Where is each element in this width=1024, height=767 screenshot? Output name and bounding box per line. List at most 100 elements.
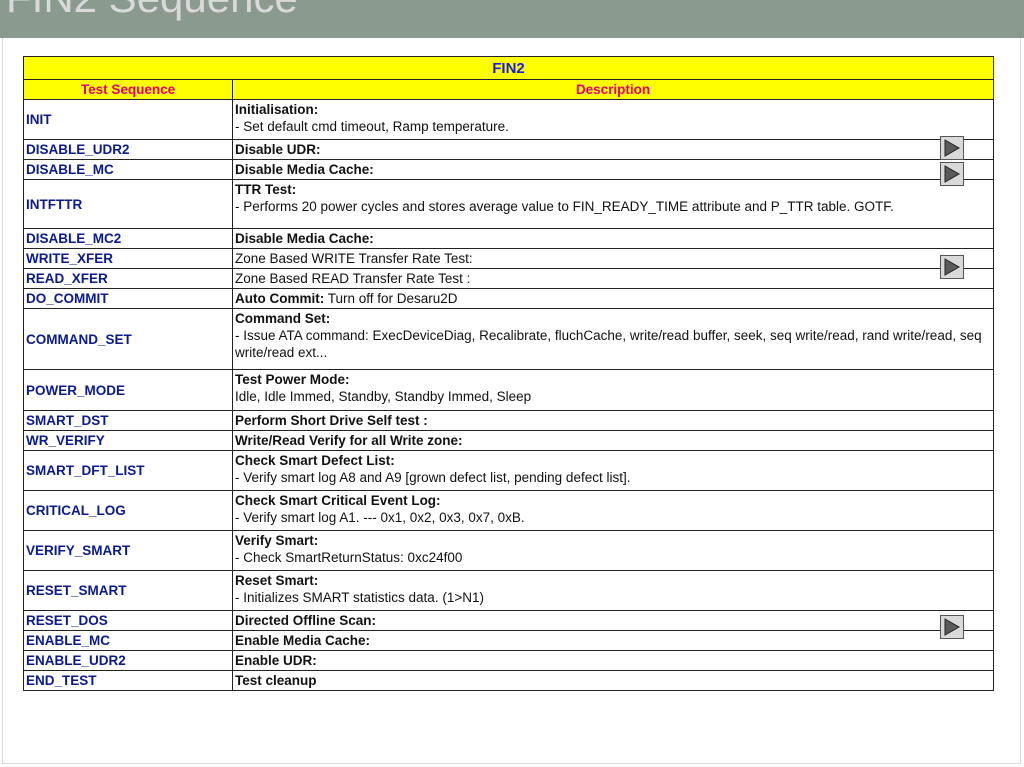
- table-row: CRITICAL_LOG Check Smart Critical Event L…: [23, 490, 995, 531]
- play-icon: [944, 258, 961, 276]
- description-heading: Write/Read Verify for all Write zone:: [235, 433, 463, 448]
- table-row: WR_VERIFY Write/Read Verify for all Write…: [23, 430, 995, 451]
- sequence-name: COMMAND_SET: [23, 308, 233, 370]
- table-row: SMART_DST Perform Short Drive Self test :: [23, 410, 995, 431]
- description-body: - Set default cmd timeout, Ramp temperat…: [235, 119, 509, 134]
- table-row: DISABLE_MC2 Disable Media Cache:: [23, 228, 995, 249]
- description-heading: Disable Media Cache:: [235, 231, 374, 246]
- table-row: INTFTTR TTR Test: - Performs 20 power cycl…: [23, 179, 995, 229]
- description-heading: Check Smart Critical Event Log:: [235, 493, 441, 508]
- sequence-name: DISABLE_UDR2: [23, 139, 233, 160]
- sequence-name: END_TEST: [23, 670, 233, 691]
- description-heading-bold: Auto Commit:: [235, 291, 325, 306]
- description-cell: Check Smart Critical Event Log: - Verify …: [231, 490, 995, 531]
- description-cell: Reset Smart: - Initializes SMART statisti…: [231, 570, 995, 611]
- description-heading: Enable UDR:: [235, 653, 317, 668]
- table-row: INIT Initialisation: - Set default cmd tim…: [23, 99, 995, 140]
- sequence-name: SMART_DFT_LIST: [23, 450, 233, 491]
- play-button[interactable]: [940, 136, 964, 160]
- description-cell: Zone Based READ Transfer Rate Test :: [231, 268, 995, 289]
- table-row: READ_XFER Zone Based READ Transfer Rate T…: [23, 268, 995, 289]
- sequence-name: RESET_DOS: [23, 610, 233, 631]
- sequence-name: ENABLE_MC: [23, 630, 233, 651]
- table-row: END_TEST Test cleanup: [23, 670, 995, 691]
- table-row: DISABLE_MC Disable Media Cache:: [23, 159, 995, 180]
- sequence-name: DISABLE_MC: [23, 159, 233, 180]
- table-row: VERIFY_SMART Verify Smart: - Check SmartRe…: [23, 530, 995, 571]
- sequence-name: VERIFY_SMART: [23, 530, 233, 571]
- table-row: SMART_DFT_LIST Check Smart Defect List: - …: [23, 450, 995, 491]
- description-cell: Test Power Mode: Idle, Idle Immed, Standb…: [231, 369, 995, 411]
- sequence-name: POWER_MODE: [23, 369, 233, 411]
- description-heading: Reset Smart:: [235, 573, 319, 588]
- play-icon: [944, 139, 961, 157]
- description-cell: Perform Short Drive Self test :: [231, 410, 995, 431]
- description-cell: Disable UDR:: [231, 139, 995, 160]
- table-row: COMMAND_SET Command Set: - Issue ATA comma…: [23, 308, 995, 370]
- table-row: ENABLE_UDR2 Enable UDR:: [23, 650, 995, 671]
- description-cell: Enable UDR:: [231, 650, 995, 671]
- description-heading: Disable Media Cache:: [235, 162, 374, 177]
- description-cell: Initialisation: - Set default cmd timeout…: [231, 99, 995, 140]
- col-header-description: Description: [231, 79, 995, 100]
- description-heading: Directed Offline Scan:: [235, 613, 377, 628]
- table-row: ENABLE_MC Enable Media Cache:: [23, 630, 995, 651]
- sequence-name: WR_VERIFY: [23, 430, 233, 451]
- sequence-table-wrap: FIN2 Test Sequence Description INIT Initi…: [22, 56, 995, 691]
- description-heading: Initialisation:: [235, 102, 319, 117]
- description-cell: Test cleanup: [231, 670, 995, 691]
- description-cell: Directed Offline Scan:: [231, 610, 995, 631]
- col-header-sequence: Test Sequence: [23, 79, 233, 100]
- sequence-name: RESET_SMART: [23, 570, 233, 611]
- description-body: - Check SmartReturnStatus: 0xc24f00: [235, 550, 463, 565]
- play-icon: [944, 165, 961, 183]
- table-title: FIN2: [22, 56, 995, 80]
- description-body: - Issue ATA command: ExecDeviceDiag, Rec…: [235, 328, 982, 360]
- sequence-name: SMART_DST: [23, 410, 233, 431]
- slide-title: FIN2 Sequence: [6, 0, 298, 22]
- description-body: - Verify smart log A1. --- 0x1, 0x2, 0x3…: [235, 510, 525, 525]
- description-heading: Perform Short Drive Self test :: [235, 413, 428, 428]
- description-heading: Auto Commit: Turn off for Desaru2D: [235, 290, 991, 307]
- description-body: - Performs 20 power cycles and stores av…: [235, 199, 894, 214]
- description-cell: Check Smart Defect List: - Verify smart l…: [231, 450, 995, 491]
- sequence-table: FIN2 Test Sequence Description INIT Initi…: [22, 56, 995, 691]
- description-cell: Verify Smart: - Check SmartReturnStatus: …: [231, 530, 995, 571]
- table-row: DISABLE_UDR2 Disable UDR:: [23, 139, 995, 160]
- description-heading-rest: Turn off for Desaru2D: [324, 291, 458, 306]
- description-heading: Zone Based WRITE Transfer Rate Test:: [235, 251, 473, 266]
- description-cell: Command Set: - Issue ATA command: ExecDev…: [231, 308, 995, 370]
- description-body: Idle, Idle Immed, Standby, Standby Immed…: [235, 389, 532, 404]
- description-heading: Enable Media Cache:: [235, 633, 371, 648]
- sequence-name: ENABLE_UDR2: [23, 650, 233, 671]
- play-button[interactable]: [940, 615, 964, 639]
- description-cell: Enable Media Cache:: [231, 630, 995, 651]
- description-heading: TTR Test:: [235, 182, 297, 197]
- description-cell: TTR Test: - Performs 20 power cycles and …: [231, 179, 995, 229]
- sequence-name: WRITE_XFER: [23, 248, 233, 269]
- description-cell: Zone Based WRITE Transfer Rate Test:: [231, 248, 995, 269]
- sequence-name: CRITICAL_LOG: [23, 490, 233, 531]
- table-row: POWER_MODE Test Power Mode: Idle, Idle Imm…: [23, 369, 995, 411]
- description-body: - Verify smart log A8 and A9 [grown defe…: [235, 470, 631, 485]
- play-button[interactable]: [940, 162, 964, 186]
- description-heading: Test cleanup: [235, 673, 317, 688]
- description-body: - Initializes SMART statistics data. (1>…: [235, 590, 484, 605]
- description-heading: Zone Based READ Transfer Rate Test :: [235, 271, 471, 286]
- sequence-name: DO_COMMIT: [23, 288, 233, 309]
- description-heading: Test Power Mode:: [235, 372, 350, 387]
- description-cell: Auto Commit: Turn off for Desaru2D: [231, 288, 995, 309]
- table-row: RESET_SMART Reset Smart: - Initializes SMA…: [23, 570, 995, 611]
- play-button[interactable]: [940, 255, 964, 279]
- table-body: INIT Initialisation: - Set default cmd tim…: [23, 99, 995, 691]
- description-cell: Disable Media Cache:: [231, 159, 995, 180]
- table-row: DO_COMMIT Auto Commit: Turn off for Desar…: [23, 288, 995, 309]
- sequence-name: INIT: [23, 99, 233, 140]
- slide-title-bar: FIN2 Sequence: [0, 0, 1024, 38]
- table-row: RESET_DOS Directed Offline Scan:: [23, 610, 995, 631]
- sequence-name: INTFTTR: [23, 179, 233, 229]
- description-heading: Disable UDR:: [235, 142, 321, 157]
- sequence-name: DISABLE_MC2: [23, 228, 233, 249]
- description-cell: Write/Read Verify for all Write zone:: [231, 430, 995, 451]
- description-heading: Verify Smart:: [235, 533, 319, 548]
